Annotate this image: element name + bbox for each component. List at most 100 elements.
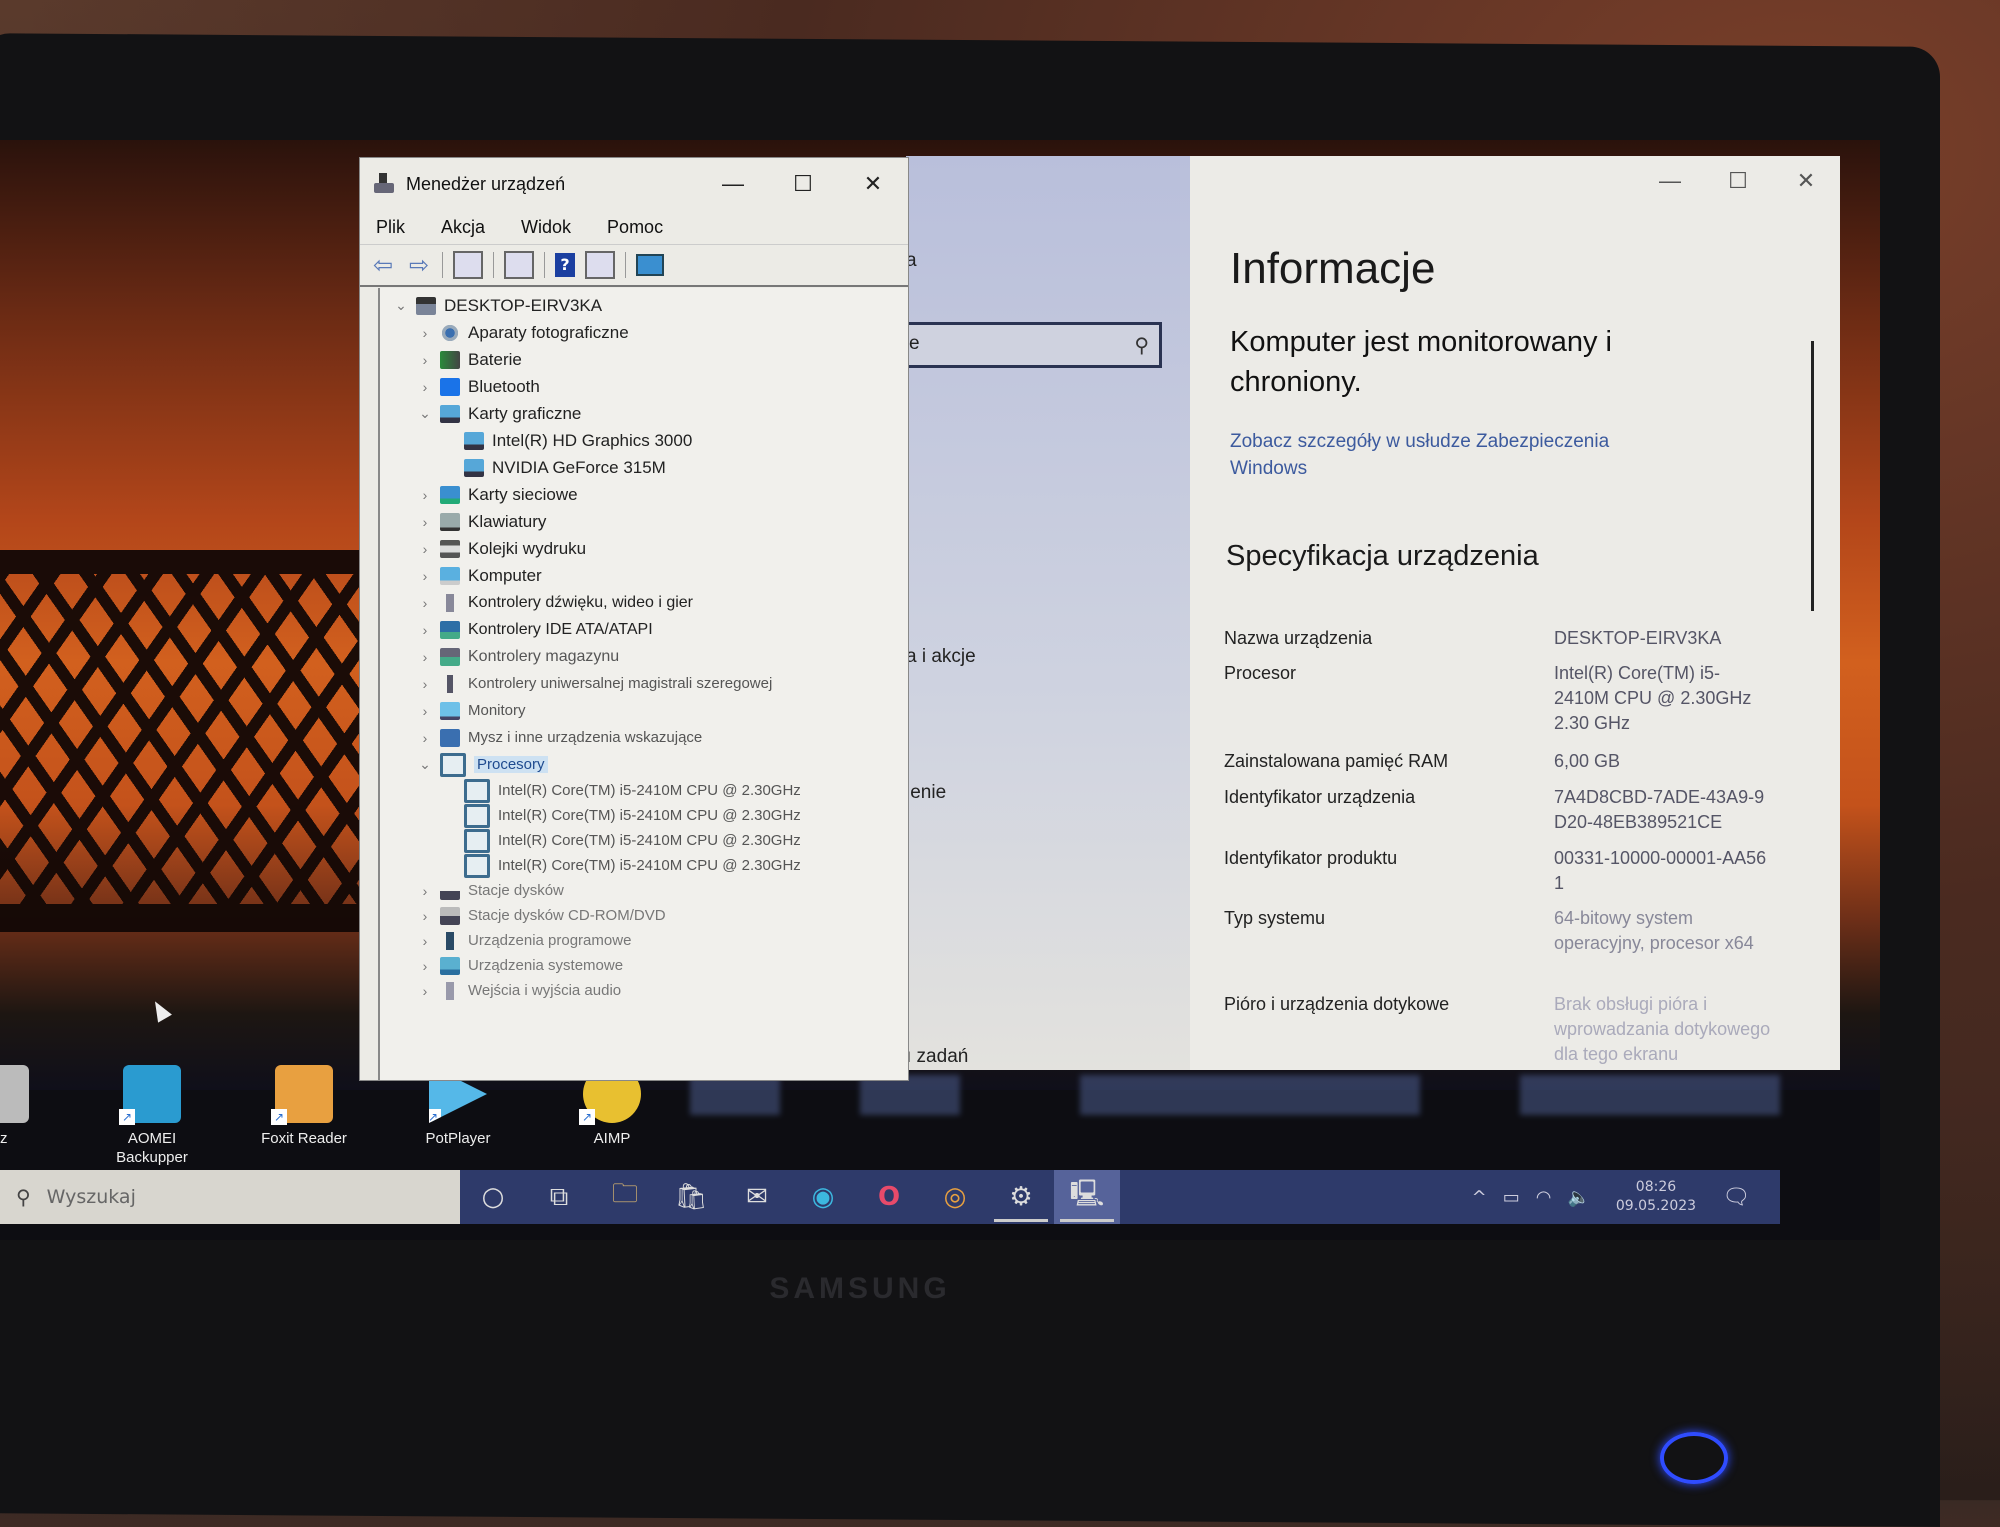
- volume-icon[interactable]: 🔈: [1567, 1187, 1589, 1208]
- cortana-icon[interactable]: ○: [460, 1170, 526, 1224]
- tree-category[interactable]: › Monitory: [380, 697, 908, 724]
- tree-device[interactable]: Intel(R) Core(TM) i5-2410M CPU @ 2.30GHz: [380, 803, 908, 828]
- title-bar[interactable]: Menedżer urządzeń — ☐ ✕: [360, 158, 908, 210]
- desktop-icon[interactable]: sz: [0, 1065, 60, 1148]
- tree-category[interactable]: › Kontrolery uniwersalnej magistrali szer…: [380, 670, 908, 697]
- chevron-down-icon[interactable]: ⌄: [414, 405, 436, 422]
- wallpaper-reflection: [1080, 1075, 1420, 1115]
- chevron-down-icon[interactable]: ⌄: [414, 756, 436, 773]
- tree-device[interactable]: Intel(R) Core(TM) i5-2410M CPU @ 2.30GHz: [380, 853, 908, 878]
- chevron-down-icon[interactable]: ⌄: [390, 297, 412, 314]
- clock[interactable]: 08:26 09.05.2023: [1616, 1178, 1696, 1216]
- mail-icon[interactable]: ✉: [724, 1170, 790, 1224]
- desktop-icon-foxit[interactable]: Foxit Reader: [244, 1065, 364, 1148]
- chevron-right-icon[interactable]: ›: [414, 676, 436, 692]
- task-view-icon[interactable]: ⧉: [526, 1170, 592, 1224]
- tree-category[interactable]: › Urządzenia programowe: [380, 928, 908, 953]
- chevron-right-icon[interactable]: ›: [414, 883, 436, 899]
- nav-item-apps-features[interactable]: a i akcje: [906, 646, 976, 668]
- tree-category[interactable]: › Kontrolery magazynu: [380, 643, 908, 670]
- back-arrow-icon[interactable]: ⇦: [370, 253, 396, 277]
- taskbar-search-input[interactable]: ⚲ Wyszukaj: [0, 1170, 460, 1224]
- nav-item-taskbar[interactable]: ı zadań: [906, 1046, 968, 1068]
- menu-plik[interactable]: Plik: [370, 215, 411, 240]
- chevron-right-icon[interactable]: ›: [414, 514, 436, 530]
- battery-icon[interactable]: ▭: [1503, 1187, 1520, 1208]
- settings-search-input[interactable]: e ⚲: [906, 322, 1162, 368]
- action-pane-icon[interactable]: [585, 251, 615, 279]
- console-tree-icon[interactable]: [453, 251, 483, 279]
- maximize-button[interactable]: ☐: [1704, 168, 1772, 194]
- tree-category[interactable]: ⌄ Karty graficzne: [380, 400, 908, 427]
- display-adapter-icon: [464, 458, 484, 477]
- nav-item[interactable]: ienie: [906, 782, 946, 804]
- store-icon[interactable]: 🛍: [658, 1170, 724, 1224]
- tree-device[interactable]: NVIDIA GeForce 315M: [380, 454, 908, 481]
- minimize-button[interactable]: —: [698, 171, 768, 197]
- scrollbar[interactable]: [1811, 341, 1814, 611]
- chevron-right-icon[interactable]: ›: [414, 958, 436, 974]
- tree-category[interactable]: › Kontrolery IDE ATA/ATAPI: [380, 616, 908, 643]
- chevron-right-icon[interactable]: ›: [414, 325, 436, 341]
- tree-category[interactable]: › Wejścia i wyjścia audio: [380, 978, 908, 1003]
- close-button[interactable]: ✕: [838, 171, 908, 197]
- tree-device[interactable]: Intel(R) Core(TM) i5-2410M CPU @ 2.30GHz: [380, 778, 908, 803]
- maximize-button[interactable]: ☐: [768, 171, 838, 197]
- chevron-right-icon[interactable]: ›: [414, 622, 436, 638]
- tree-device[interactable]: Intel(R) Core(TM) i5-2410M CPU @ 2.30GHz: [380, 828, 908, 853]
- settings-gear-icon[interactable]: ⚙: [988, 1170, 1054, 1224]
- tree-category[interactable]: › Stacje dysków: [380, 878, 908, 903]
- tree-category[interactable]: › Klawiatury: [380, 508, 908, 535]
- menu-akcja[interactable]: Akcja: [435, 215, 491, 240]
- tree-category-selected[interactable]: ⌄ Procesory: [380, 751, 908, 778]
- tree-category[interactable]: › Stacje dysków CD-ROM/DVD: [380, 903, 908, 928]
- computer-icon: [416, 296, 436, 315]
- tree-category[interactable]: › Karty sieciowe: [380, 481, 908, 508]
- chevron-up-icon[interactable]: ^: [1472, 1187, 1487, 1208]
- chevron-right-icon[interactable]: ›: [414, 379, 436, 395]
- chrome-icon[interactable]: ◎: [922, 1170, 988, 1224]
- edge-icon[interactable]: ◉: [790, 1170, 856, 1224]
- tree-category[interactable]: › Urządzenia systemowe: [380, 953, 908, 978]
- tree-category[interactable]: › Komputer: [380, 562, 908, 589]
- chevron-right-icon[interactable]: ›: [414, 730, 436, 746]
- tree-category[interactable]: › Aparaty fotograficzne: [380, 319, 908, 346]
- chevron-right-icon[interactable]: ›: [414, 541, 436, 557]
- tree-category[interactable]: › Baterie: [380, 346, 908, 373]
- chevron-right-icon[interactable]: ›: [414, 703, 436, 719]
- chevron-right-icon[interactable]: ›: [414, 568, 436, 584]
- tree-device[interactable]: Intel(R) HD Graphics 3000: [380, 427, 908, 454]
- wallpaper-reflection: [690, 1075, 780, 1115]
- chevron-right-icon[interactable]: ›: [414, 487, 436, 503]
- chevron-right-icon[interactable]: ›: [414, 933, 436, 949]
- tree-category[interactable]: › Kolejki wydruku: [380, 535, 908, 562]
- tree-root[interactable]: ⌄ DESKTOP-EIRV3KA: [380, 292, 908, 319]
- wifi-icon[interactable]: ◠: [1536, 1187, 1552, 1208]
- chevron-right-icon[interactable]: ›: [414, 649, 436, 665]
- properties-icon[interactable]: [504, 251, 534, 279]
- chevron-right-icon[interactable]: ›: [414, 908, 436, 924]
- desktop-icon-aomei[interactable]: AOMEI Backupper Standard: [92, 1065, 212, 1186]
- device-manager-taskbar-icon[interactable]: 🖳: [1054, 1170, 1120, 1224]
- tree-label: Urządzenia programowe: [468, 932, 632, 949]
- chevron-right-icon[interactable]: ›: [414, 352, 436, 368]
- security-details-link[interactable]: Zobacz szczegóły w usłudze Zabezpieczeni…: [1230, 428, 1670, 482]
- tree-category[interactable]: › Bluetooth: [380, 373, 908, 400]
- opera-icon[interactable]: O: [856, 1170, 922, 1224]
- notification-icon[interactable]: 🗨: [1722, 1185, 1750, 1210]
- close-button[interactable]: ✕: [1772, 168, 1840, 194]
- scan-hardware-icon[interactable]: [636, 254, 664, 276]
- forward-arrow-icon[interactable]: ⇨: [406, 253, 432, 277]
- help-icon[interactable]: ?: [555, 253, 575, 277]
- tree-label: Stacje dysków CD-ROM/DVD: [468, 907, 666, 924]
- tree-category[interactable]: › Mysz i inne urządzenia wskazujące: [380, 724, 908, 751]
- tree-category[interactable]: › Kontrolery dźwięku, wideo i gier: [380, 589, 908, 616]
- minimize-button[interactable]: —: [1636, 168, 1704, 194]
- menu-pomoc[interactable]: Pomoc: [601, 215, 669, 240]
- file-explorer-icon[interactable]: 🗀: [592, 1170, 658, 1224]
- window-controls: — ☐ ✕: [1636, 168, 1840, 194]
- chevron-right-icon[interactable]: ›: [414, 595, 436, 611]
- system-tray: ^ ▭ ◠ 🔈 08:26 09.05.2023 🗨: [1464, 1178, 1780, 1216]
- menu-widok[interactable]: Widok: [515, 215, 577, 240]
- chevron-right-icon[interactable]: ›: [414, 983, 436, 999]
